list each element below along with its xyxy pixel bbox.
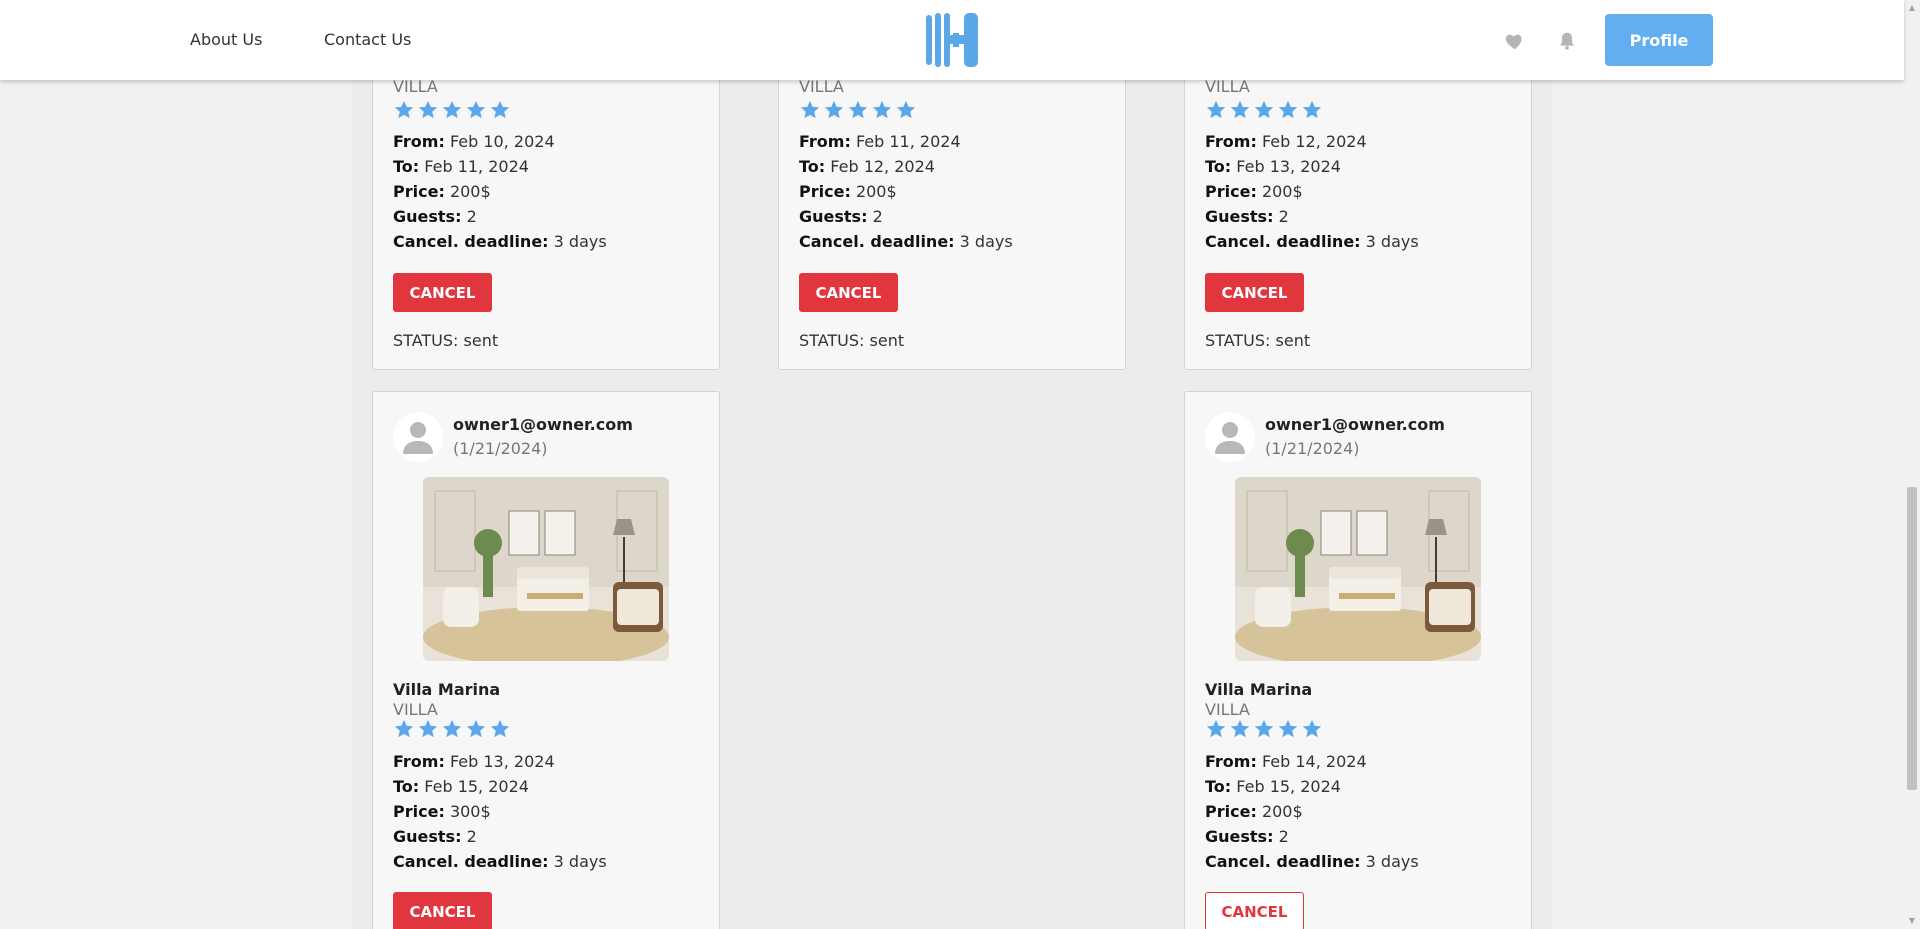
owner-avatar (1205, 412, 1255, 462)
cancel-deadline: Cancel. deadline: 3 days (799, 232, 1013, 251)
price: Price: 200$ (799, 182, 897, 201)
cancel-deadline: Cancel. deadline: 3 days (1205, 232, 1419, 251)
star-icon (872, 100, 892, 119)
nav-contact-us-link[interactable]: Contact Us (324, 30, 411, 49)
user-icon (403, 422, 433, 454)
scrollbar-thumb[interactable] (1907, 487, 1917, 790)
to-date: To: Feb 15, 2024 (1205, 777, 1341, 796)
owner-email: owner1@owner.com (1265, 415, 1445, 434)
star-icon (394, 100, 414, 119)
star-rating (1205, 99, 1323, 121)
star-icon (442, 719, 462, 738)
cancel-deadline: Cancel. deadline: 3 days (393, 852, 607, 871)
reservation-card: VILLA From: Feb 11, 2024 To: Feb 12, 202… (778, 40, 1126, 370)
star-icon (394, 719, 414, 738)
star-icon (1206, 719, 1226, 738)
owner-email: owner1@owner.com (453, 415, 633, 434)
status-text: STATUS: sent (799, 331, 905, 350)
star-icon (418, 719, 438, 738)
star-icon (466, 100, 486, 119)
star-rating (393, 718, 511, 740)
logo-h-icon[interactable] (926, 13, 978, 67)
top-navbar: About Us Contact Us Profile (0, 0, 1904, 80)
star-icon (848, 100, 868, 119)
status-text: STATUS: sent (1205, 331, 1311, 350)
star-icon (1278, 100, 1298, 119)
from-date: From: Feb 10, 2024 (393, 132, 555, 151)
owner-date: (1/21/2024) (453, 439, 548, 458)
price: Price: 200$ (1205, 802, 1303, 821)
star-icon (1302, 719, 1322, 738)
star-rating (393, 99, 511, 121)
price: Price: 200$ (393, 182, 491, 201)
star-rating (799, 99, 917, 121)
cancel-button[interactable]: CANCEL (393, 892, 492, 929)
star-icon (1254, 719, 1274, 738)
cancel-button[interactable]: CANCEL (799, 273, 898, 312)
reservation-card: VILLA From: Feb 12, 2024 To: Feb 13, 202… (1184, 40, 1532, 370)
to-date: To: Feb 13, 2024 (1205, 157, 1341, 176)
cancel-button[interactable]: CANCEL (393, 273, 492, 312)
nav-about-us-link[interactable]: About Us (190, 30, 262, 49)
guests: Guests: 2 (1205, 827, 1289, 846)
price: Price: 200$ (1205, 182, 1303, 201)
star-icon (800, 100, 820, 119)
user-icon (1215, 422, 1245, 454)
star-icon (1302, 100, 1322, 119)
villa-name: Villa Marina (393, 680, 501, 699)
cancel-deadline: Cancel. deadline: 3 days (1205, 852, 1419, 871)
cancel-deadline: Cancel. deadline: 3 days (393, 232, 607, 251)
property-type: VILLA (393, 700, 438, 719)
from-date: From: Feb 13, 2024 (393, 752, 555, 771)
to-date: To: Feb 12, 2024 (799, 157, 935, 176)
from-date: From: Feb 12, 2024 (1205, 132, 1367, 151)
star-icon (442, 100, 462, 119)
star-icon (896, 100, 916, 119)
star-icon (490, 100, 510, 119)
reservation-card: owner1@owner.com (1/21/2024) Villa Marin… (372, 391, 720, 929)
cancel-button[interactable]: CANCEL (1205, 892, 1304, 929)
star-icon (1206, 100, 1226, 119)
owner-date: (1/21/2024) (1265, 439, 1360, 458)
status-text: STATUS: sent (393, 331, 499, 350)
scroll-up-arrow-icon[interactable]: ▲ (1904, 0, 1920, 16)
reservation-card: owner1@owner.com (1/21/2024) Villa Marin… (1184, 391, 1532, 929)
property-type: VILLA (1205, 700, 1250, 719)
star-icon (824, 100, 844, 119)
property-photo (423, 477, 669, 661)
guests: Guests: 2 (393, 207, 477, 226)
scroll-down-arrow-icon[interactable]: ▼ (1904, 913, 1920, 929)
star-icon (1230, 719, 1250, 738)
star-icon (466, 719, 486, 738)
guests: Guests: 2 (393, 827, 477, 846)
from-date: From: Feb 11, 2024 (799, 132, 961, 151)
heart-icon[interactable] (1504, 30, 1526, 52)
bell-icon[interactable] (1556, 30, 1578, 52)
from-date: From: Feb 14, 2024 (1205, 752, 1367, 771)
star-icon (490, 719, 510, 738)
star-rating (1205, 718, 1323, 740)
star-icon (1254, 100, 1274, 119)
owner-avatar (393, 412, 443, 462)
profile-button[interactable]: Profile (1605, 14, 1713, 66)
star-icon (1230, 100, 1250, 119)
star-icon (1278, 719, 1298, 738)
cancel-button[interactable]: CANCEL (1205, 273, 1304, 312)
to-date: To: Feb 15, 2024 (393, 777, 529, 796)
property-photo (1235, 477, 1481, 661)
guests: Guests: 2 (1205, 207, 1289, 226)
to-date: To: Feb 11, 2024 (393, 157, 529, 176)
reservation-card: VILLA From: Feb 10, 2024 To: Feb 11, 202… (372, 40, 720, 370)
guests: Guests: 2 (799, 207, 883, 226)
villa-name: Villa Marina (1205, 680, 1313, 699)
star-icon (418, 100, 438, 119)
price: Price: 300$ (393, 802, 491, 821)
